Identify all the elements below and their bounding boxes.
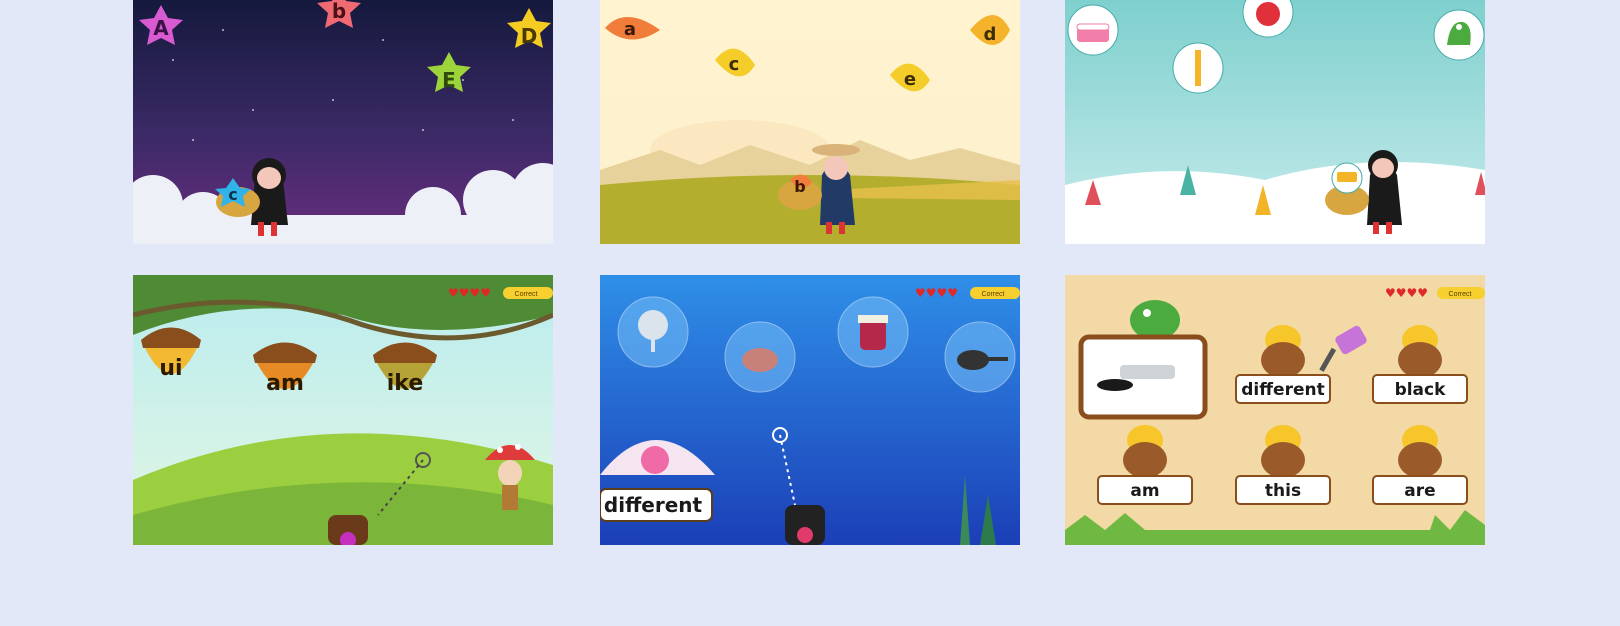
letter-label: a (624, 19, 636, 40)
letter-label: b (332, 0, 346, 23)
jam-jar-icon[interactable] (837, 296, 909, 368)
word-label: different (1241, 380, 1324, 400)
svg-text:♥♥♥♥: ♥♥♥♥ (915, 286, 958, 300)
game-tile-bubbles[interactable]: ♥♥♥♥ Correct different (600, 275, 1020, 545)
letter-label: d (984, 24, 997, 45)
correct-badge: Correct (1437, 287, 1485, 299)
word-label: are (1404, 481, 1435, 501)
leaf-letters-scene: a c d e b (600, 0, 1020, 244)
word-label: ike (387, 371, 424, 396)
game-tile-leaf-letters[interactable]: a c d e b (600, 0, 1020, 244)
correct-badge: Correct (970, 287, 1020, 299)
word-label: am (266, 371, 304, 396)
svg-text:♥♥♥♥: ♥♥♥♥ (1385, 286, 1428, 300)
game-tile-moles[interactable]: ♥♥♥♥ Correct different black am this are (1065, 275, 1485, 545)
picture-bubbles-scene (1065, 0, 1485, 244)
frying-pan-icon[interactable] (944, 321, 1016, 393)
acorn-scene: ♥♥♥♥ Correct ui am ike (133, 275, 553, 545)
word-label: black (1395, 380, 1447, 400)
picture-card (1078, 334, 1208, 420)
word-label: this (1265, 481, 1301, 501)
svg-text:Correct: Correct (1449, 291, 1472, 298)
crocodile-icon[interactable] (1433, 9, 1485, 61)
fan-icon[interactable] (617, 296, 689, 368)
svg-text:Correct: Correct (982, 291, 1005, 298)
bus-icon (1331, 162, 1363, 194)
dinosaur-icon (1130, 300, 1180, 340)
cannon-icon[interactable] (328, 515, 368, 545)
cannon-icon[interactable] (785, 505, 825, 545)
candle-icon[interactable] (1172, 42, 1224, 94)
svg-text:♥♥♥♥: ♥♥♥♥ (448, 286, 491, 300)
letter-label: c (729, 54, 740, 75)
letter-label: D (521, 24, 538, 48)
letter-label: E (442, 68, 456, 92)
svg-text:Correct: Correct (515, 291, 538, 298)
cake-icon[interactable] (1067, 4, 1119, 56)
game-tile-acorns[interactable]: ♥♥♥♥ Correct ui am ike (133, 275, 553, 545)
word-label: ui (159, 356, 182, 381)
hearts-hud: ♥♥♥♥ (1385, 286, 1428, 300)
hearts-hud: ♥♥♥♥ (915, 286, 958, 300)
moles-scene: ♥♥♥♥ Correct different black am this are (1065, 275, 1485, 545)
ham-icon[interactable] (724, 321, 796, 393)
game-tile-picture-bubbles[interactable] (1065, 0, 1485, 244)
correct-badge: Correct (503, 287, 553, 299)
letter-label: e (904, 69, 916, 90)
star-letters-scene: A b D E c (133, 0, 553, 244)
word-label: different (604, 493, 703, 517)
caught-letter: c (228, 185, 237, 204)
hearts-hud: ♥♥♥♥ (448, 286, 491, 300)
word-label: am (1130, 481, 1159, 501)
caught-letter: b (794, 177, 805, 196)
word-card[interactable]: different (600, 488, 713, 522)
game-tile-star-letters[interactable]: A b D E c (133, 0, 553, 244)
underwater-scene: ♥♥♥♥ Correct different (600, 275, 1020, 545)
letter-label: A (153, 16, 169, 40)
